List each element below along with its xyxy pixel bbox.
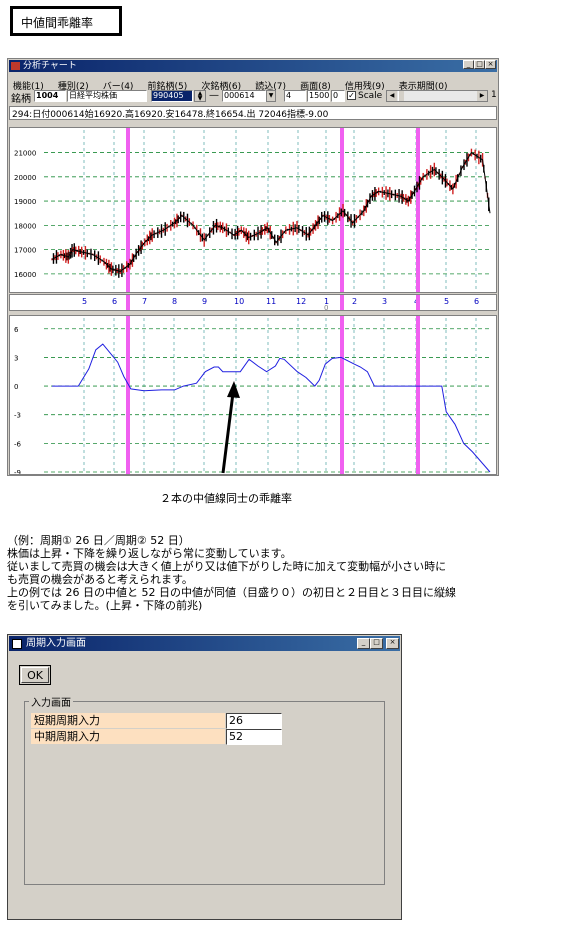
y-tick-label: -6	[14, 440, 22, 448]
deviation-series-line	[52, 343, 491, 473]
page-title-box: 中値間乖離率	[10, 6, 122, 36]
mid-period-label: 中期周期入力	[31, 729, 225, 744]
count-input[interactable]: 1500	[307, 90, 330, 102]
status-text: 294:日付000614始16920.高16920.安16478.終16654.…	[12, 110, 329, 120]
x-tick-label: 8	[172, 297, 177, 306]
marker-vertical-line	[340, 295, 344, 310]
date-axis-panel: 567891011121234560	[9, 294, 497, 311]
y-tick-label: 6	[14, 326, 19, 334]
y-tick-label: 16000	[14, 271, 36, 279]
date-from-spinner[interactable]: ▲ ▼	[194, 90, 206, 102]
menu-bar: 機能(1) 種別(2) バー(4) 前銘柄(5) 次銘柄(6) 読込(7) 画面…	[13, 74, 493, 92]
marker-vertical-line	[126, 295, 130, 310]
x-tick-label: 10	[234, 297, 244, 306]
short-period-label: 短期周期入力	[31, 713, 225, 728]
dialog-maximize-button[interactable]: □	[370, 638, 383, 649]
mid-period-input[interactable]: 52	[226, 729, 282, 745]
date-range-dash: —	[209, 90, 219, 101]
dialog-title: 周期入力画面	[26, 638, 86, 649]
paragraph-line: 上の例では 26 日の中値と 52 日の中値が同値（目盛り０）の初日と２日目と３…	[7, 586, 456, 599]
x-sub-label: 0	[324, 304, 328, 310]
date-to-select[interactable]: 000614	[222, 90, 266, 102]
y-tick-label: 18000	[14, 222, 36, 230]
paragraph-line: 株価は上昇・下降を繰り返しながら常に変動しています。	[7, 547, 292, 560]
marker-vertical-line	[126, 316, 130, 474]
y-tick-label: 20000	[14, 174, 36, 182]
scale-label: Scale	[358, 91, 383, 101]
period-input[interactable]: 4	[284, 90, 306, 102]
x-tick-label: 12	[296, 297, 306, 306]
marker-vertical-line	[416, 316, 420, 474]
input-group-label: 入力画面	[29, 694, 73, 709]
x-tick-label: 5	[444, 297, 449, 306]
date-from-input[interactable]: 990405	[151, 90, 193, 102]
chart-caption: ２本の中値線同士の乖離率	[160, 492, 292, 505]
dialog-titlebar: 周期入力画面	[9, 636, 400, 651]
analysis-window: 分析チャート _ □ × 機能(1) 種別(2) バー(4) 前銘柄(5) 次銘…	[7, 58, 499, 476]
symbol-label: 銘柄	[11, 94, 31, 105]
dialog-close-button[interactable]: ×	[386, 638, 399, 649]
marker-vertical-line	[416, 295, 420, 310]
paragraph-line: 従いまして売買の機会は大きく値上がり又は値下がりした時に加えて変動幅が小さい時に	[7, 560, 447, 573]
close-button[interactable]: ×	[485, 60, 496, 69]
x-tick-label: 5	[82, 297, 87, 306]
x-tick-label: 9	[202, 297, 207, 306]
x-tick-label: 3	[382, 297, 387, 306]
scroll-value: 1	[491, 90, 497, 100]
page-title: 中値間乖離率	[21, 16, 94, 30]
paragraph-line: を引いてみました。(上昇・下降の前兆)	[7, 599, 203, 612]
period-input-dialog: 周期入力画面 _ □ × OK 入力画面 短期周期入力 26 中期周期入力 52	[7, 634, 402, 920]
dialog-icon	[12, 639, 22, 649]
price-series-line	[51, 151, 491, 272]
price-chart: 21000 20000 19000 18000 17000 16000	[14, 128, 491, 292]
price-chart-panel: 21000 20000 19000 18000 17000 16000	[9, 127, 497, 293]
deviation-chart-panel: 6 3 0 -3 -6 -9	[9, 315, 497, 475]
window-titlebar: 分析チャート	[9, 60, 497, 72]
y-tick-label: -9	[14, 469, 21, 474]
y-tick-label: 0	[14, 383, 18, 391]
maximize-button[interactable]: □	[474, 60, 485, 69]
dialog-minimize-button[interactable]: _	[357, 638, 370, 649]
ok-button[interactable]: OK	[19, 665, 51, 685]
marker-vertical-line	[340, 316, 344, 474]
y-tick-label: 19000	[14, 198, 36, 206]
body-text: （例：周期① 26 日／周期② 52 日） 株価は上昇・下降を繰り返しながら常に…	[7, 534, 569, 612]
scroll-left-arrow[interactable]: ◀	[387, 91, 397, 101]
y-tick-label: 17000	[14, 247, 36, 255]
symbol-name-field: 日経平均株価	[67, 90, 147, 102]
window-title: 分析チャート	[23, 61, 77, 71]
scale-scrollbar[interactable]: ◀ ▶	[386, 90, 488, 102]
paragraph-line: も売買の機会があると考えられます。	[7, 573, 193, 586]
x-tick-label: 6	[474, 297, 479, 306]
app-icon	[11, 62, 20, 70]
y-tick-label: -3	[14, 412, 21, 420]
short-period-input[interactable]: 26	[226, 713, 282, 729]
paragraph-line: （例：周期① 26 日／周期② 52 日）	[7, 534, 190, 547]
x-tick-label: 2	[352, 297, 357, 306]
scroll-right-arrow[interactable]: ▶	[477, 91, 487, 101]
ok-button-label[interactable]: OK	[21, 667, 49, 683]
deviation-chart: 6 3 0 -3 -6 -9	[14, 316, 491, 474]
y-tick-label: 21000	[14, 150, 36, 158]
minimize-button[interactable]: _	[463, 60, 474, 69]
marker-vertical-line	[416, 128, 420, 292]
annotation-arrow	[221, 381, 240, 474]
date-axis: 567891011121234560	[82, 295, 479, 310]
x-tick-label: 6	[112, 297, 117, 306]
y-tick-label: 3	[14, 354, 18, 362]
chevron-down-icon[interactable]: ▼	[266, 90, 276, 102]
x-tick-label: 7	[142, 297, 147, 306]
x-tick-label: 11	[266, 297, 276, 306]
scroll-thumb[interactable]	[398, 91, 404, 101]
offset-input[interactable]: 0	[331, 90, 345, 102]
scale-checkbox[interactable]: ✓	[347, 91, 356, 100]
status-line: 294:日付000614始16920.高16920.安16478.終16654.…	[9, 106, 497, 120]
symbol-code-input[interactable]: 1004	[34, 90, 66, 102]
